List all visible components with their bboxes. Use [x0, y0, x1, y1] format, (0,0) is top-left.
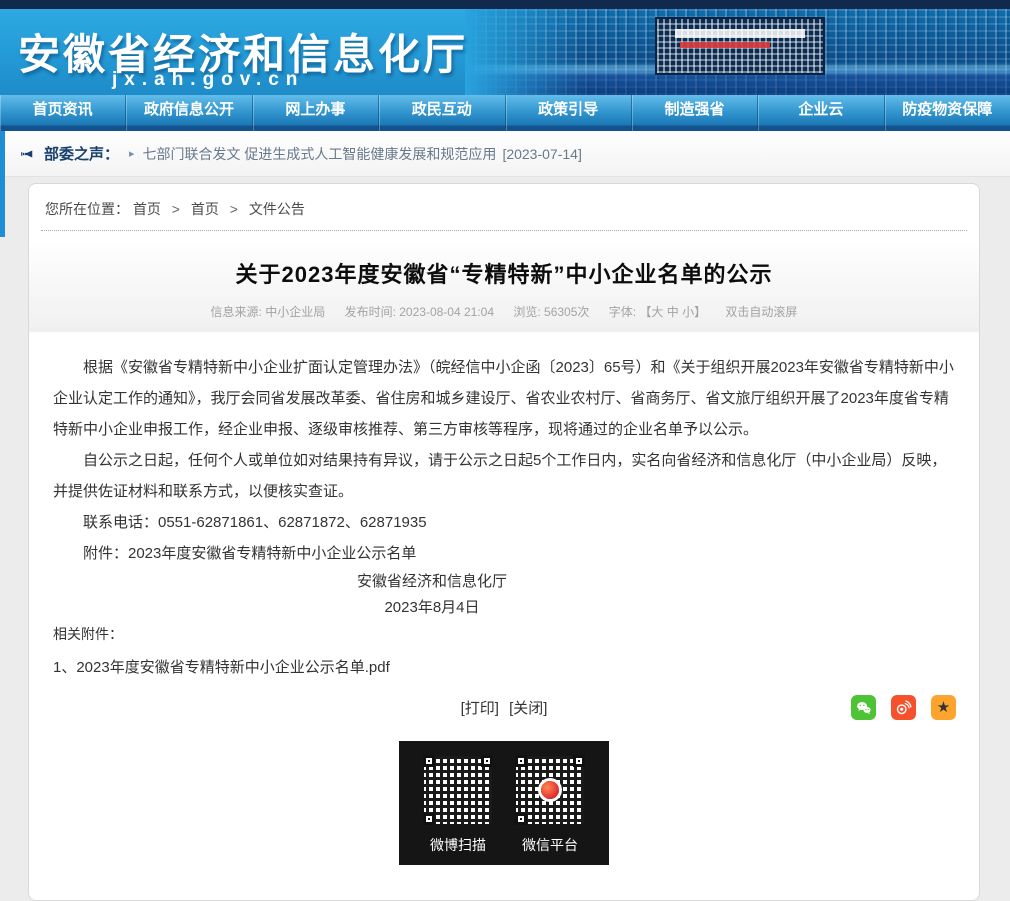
breadcrumb-separator: > — [230, 201, 238, 217]
nav-item-enterprise-cloud[interactable]: 企业云 — [758, 95, 884, 131]
breadcrumb-home-2[interactable]: 首页 — [191, 201, 219, 217]
wechat-qr-code — [511, 751, 589, 829]
ticker-label: 部委之声： — [44, 143, 119, 164]
top-strip — [0, 0, 1010, 9]
meta-source-label: 信息来源: — [211, 305, 266, 319]
weibo-qr-label: 微博扫描 — [419, 835, 497, 855]
meta-source-value: 中小企业局 — [265, 305, 325, 319]
meta-view-count: 浏览: 56305次 — [513, 305, 589, 319]
attachment-line: 附件：2023年度安徽省专精特新中小企业公示名单 — [53, 538, 955, 569]
meta-publish-value: 2023-08-04 21:04 — [399, 305, 494, 319]
meta-views-value: 56305次 — [544, 305, 589, 319]
dotted-divider — [41, 230, 967, 231]
autoscroll-hint: 双击自动滚屏 — [725, 305, 797, 319]
meta-font-label: 字体: — [609, 305, 640, 319]
signature-date: 2023年8月4日 — [28, 595, 883, 621]
weibo-qr-code — [419, 751, 497, 829]
meta-font-size: 字体: 【大 中 小】 — [609, 305, 706, 319]
breadcrumb-home[interactable]: 首页 — [133, 201, 161, 217]
announcement-ticker: 部委之声： ▸ 七部门联合发文 促进生成式人工智能健康发展和规范应用 [2023… — [0, 131, 1010, 177]
breadcrumb-separator: > — [172, 201, 180, 217]
share-qzone-icon[interactable]: ★ — [931, 695, 956, 720]
content-panel: 您所在位置： 首页 > 首页 > 文件公告 关于2023年度安徽省“专精特新”中… — [28, 183, 980, 901]
site-header: 安徽省经济和信息化厅 jx.ah.gov.cn — [0, 9, 1010, 95]
left-accent-bar — [0, 131, 5, 237]
article-paragraph-1: 根据《安徽省专精特新中小企业扩面认定管理办法》（皖经信中小企函〔2023〕65号… — [53, 352, 955, 445]
meta-views-label: 浏览: — [513, 305, 544, 319]
print-button[interactable]: [打印] — [461, 700, 499, 717]
article-title-block: 关于2023年度安徽省“专精特新”中小企业名单的公示 信息来源: 中小企业局 发… — [29, 243, 979, 332]
ticker-date: [2023-07-14] — [502, 146, 581, 162]
article-meta: 信息来源: 中小企业局 发布时间: 2023-08-04 21:04 浏览: 5… — [59, 303, 949, 320]
share-buttons: ★ — [848, 695, 959, 720]
breadcrumb: 您所在位置： 首页 > 首页 > 文件公告 — [29, 184, 979, 230]
contact-phone-line: 联系电话：0551-62871861、62871872、62871935 — [53, 507, 955, 538]
article-actions: [打印] [关闭] ★ — [29, 697, 979, 723]
article-body: 根据《安徽省专精特新中小企业扩面认定管理办法》（皖经信中小企函〔2023〕65号… — [29, 332, 979, 681]
share-wechat-icon[interactable] — [851, 695, 876, 720]
speaker-icon — [20, 147, 34, 161]
nav-item-gov-info[interactable]: 政府信息公开 — [126, 95, 252, 131]
nav-item-public-interaction[interactable]: 政民互动 — [379, 95, 505, 131]
font-size-controls[interactable]: 【大 中 小】 — [639, 305, 706, 319]
nav-item-home-news[interactable]: 首页资讯 — [0, 95, 126, 131]
wechat-qr-label: 微信平台 — [511, 835, 589, 855]
related-attachments-label: 相关附件： — [53, 621, 955, 647]
breadcrumb-category-announcements[interactable]: 文件公告 — [249, 201, 305, 217]
qr-code-panel: 微博扫描 微信平台 — [399, 741, 609, 865]
signature-org: 安徽省经济和信息化厅 — [28, 569, 883, 595]
nav-item-manufacturing[interactable]: 制造强省 — [632, 95, 758, 131]
nav-item-policy-guidance[interactable]: 政策引导 — [506, 95, 632, 131]
weibo-qr-column: 微博扫描 — [419, 751, 497, 855]
meta-source: 信息来源: 中小企业局 — [211, 305, 326, 319]
meta-publish-label: 发布时间: — [345, 305, 400, 319]
ticker-news-link[interactable]: 七部门联合发文 促进生成式人工智能健康发展和规范应用 — [143, 144, 497, 164]
article-paragraph-2: 自公示之日起，任何个人或单位如对结果持有异议，请于公示之日起5个工作日内，实名向… — [53, 445, 955, 507]
nav-item-online-services[interactable]: 网上办事 — [253, 95, 379, 131]
attachment-pdf-link[interactable]: 1、2023年度安徽省专精特新中小企业公示名单.pdf — [53, 655, 955, 681]
site-url: jx.ah.gov.cn — [112, 69, 304, 91]
article-title: 关于2023年度安徽省“专精特新”中小企业名单的公示 — [59, 257, 949, 289]
header-banner-image — [465, 9, 1010, 95]
main-nav: 首页资讯 政府信息公开 网上办事 政民互动 政策引导 制造强省 企业云 防疫物资… — [0, 95, 1010, 131]
breadcrumb-prefix: 您所在位置： — [45, 201, 129, 217]
meta-publish-time: 发布时间: 2023-08-04 21:04 — [345, 305, 494, 319]
banner-screen-caption — [675, 29, 805, 38]
wechat-qr-column: 微信平台 — [511, 751, 589, 855]
ticker-arrow-icon: ▸ — [129, 147, 135, 160]
nav-item-epidemic-supplies[interactable]: 防疫物资保障 — [885, 95, 1010, 131]
close-button[interactable]: [关闭] — [509, 700, 547, 717]
share-weibo-icon[interactable] — [891, 695, 916, 720]
wechat-qr-logo — [541, 781, 559, 799]
banner-screen-subcaption — [680, 42, 770, 48]
star-icon: ★ — [937, 700, 950, 715]
